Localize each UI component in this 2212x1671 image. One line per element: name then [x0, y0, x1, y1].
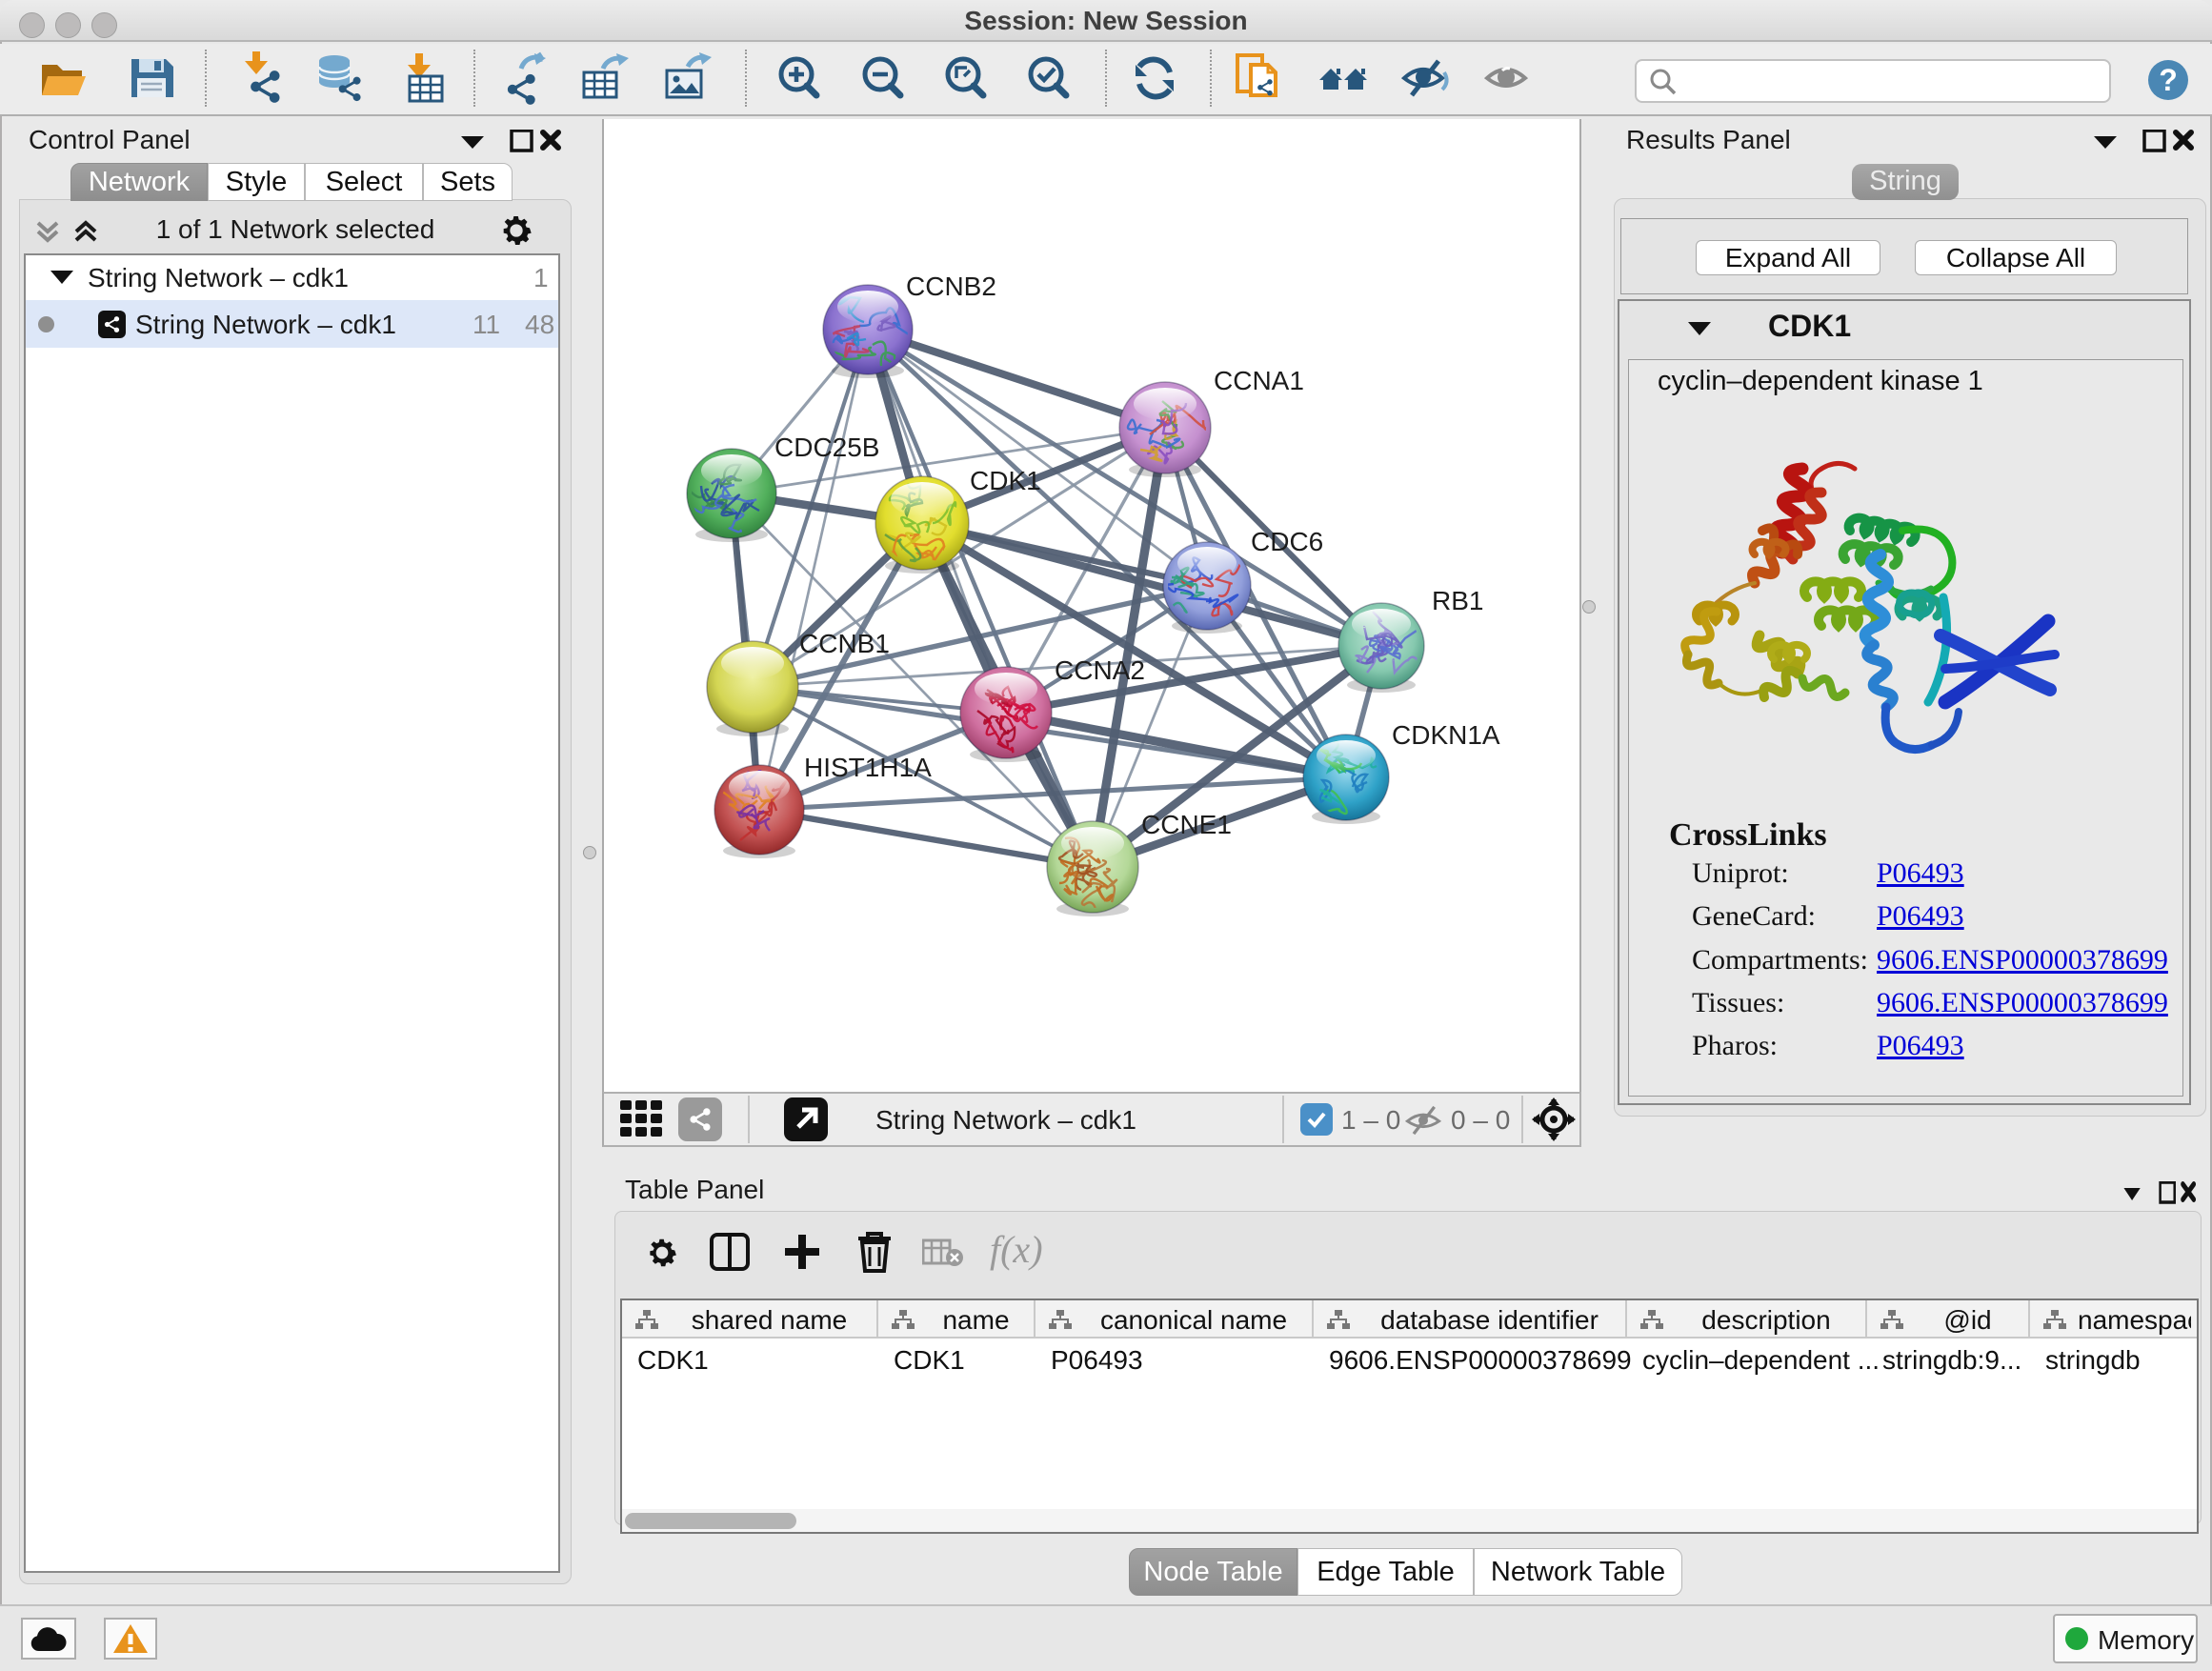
svg-text:CCNA2: CCNA2 — [1055, 655, 1145, 685]
svg-text:CDKN1A: CDKN1A — [1392, 720, 1500, 750]
svg-text:CDK1: CDK1 — [970, 466, 1041, 495]
svg-text:CCNA1: CCNA1 — [1214, 366, 1304, 395]
svg-text:CCNE1: CCNE1 — [1141, 810, 1232, 839]
svg-text:RB1: RB1 — [1432, 586, 1483, 615]
svg-text:CCNB1: CCNB1 — [799, 629, 890, 658]
svg-text:CDC25B: CDC25B — [774, 433, 879, 462]
svg-text:CDC6: CDC6 — [1251, 527, 1323, 556]
svg-text:HIST1H1A: HIST1H1A — [804, 753, 932, 782]
svg-text:CCNB2: CCNB2 — [906, 272, 996, 301]
